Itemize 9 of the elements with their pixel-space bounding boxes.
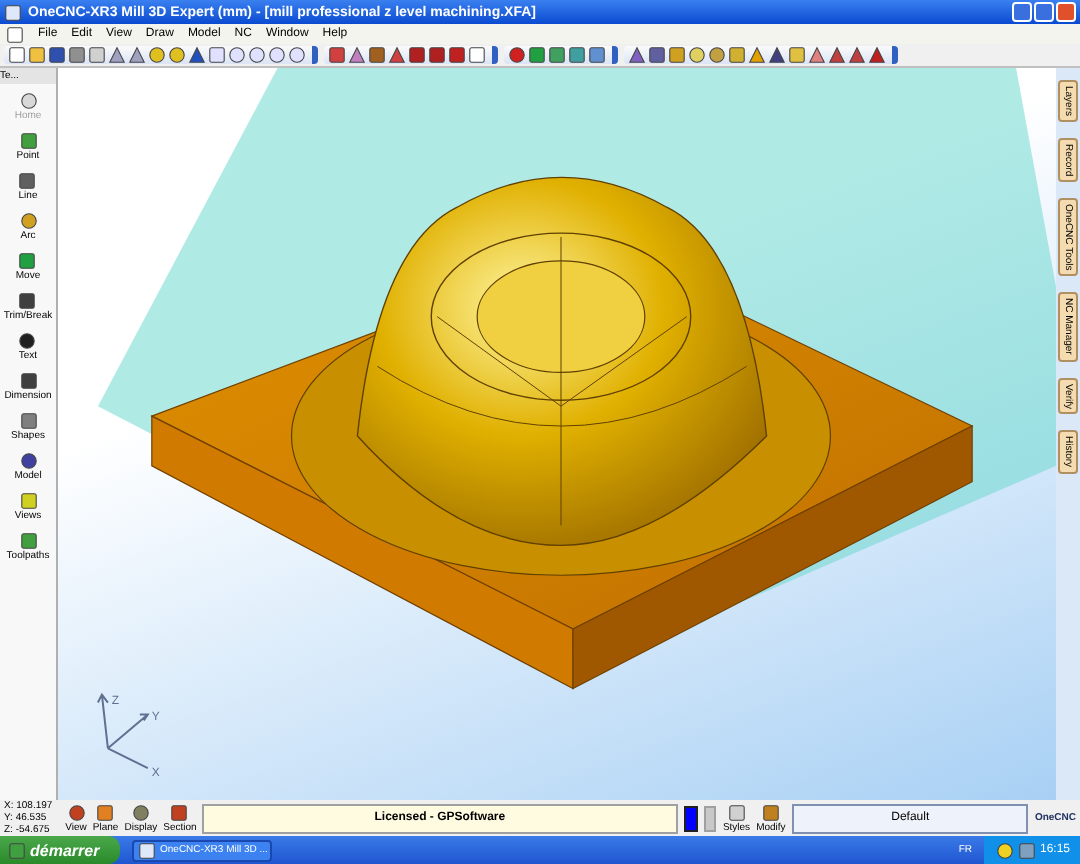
color-swatch[interactable] <box>703 805 717 831</box>
square-icon[interactable] <box>528 46 546 64</box>
start-button[interactable]: démarrer <box>0 836 120 864</box>
color-swatch[interactable] <box>683 805 697 831</box>
triangle-icon[interactable] <box>628 46 646 64</box>
close-button[interactable] <box>1056 2 1076 22</box>
minimize-button[interactable] <box>1012 2 1032 22</box>
maximize-button[interactable] <box>1034 2 1054 22</box>
axis-triad-icon <box>96 692 150 770</box>
